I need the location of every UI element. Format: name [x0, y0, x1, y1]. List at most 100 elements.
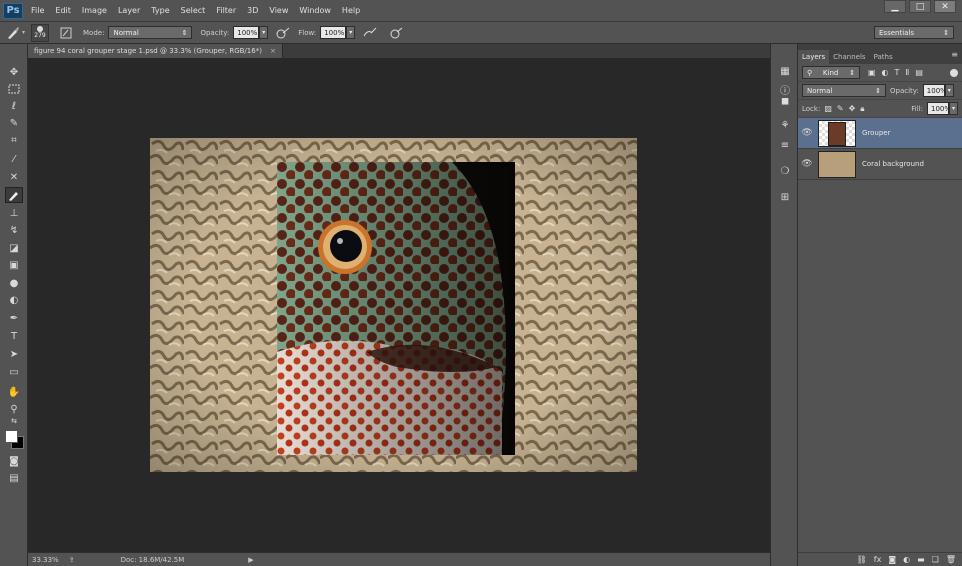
adjustments-panel-icon[interactable]: ≡ [777, 138, 793, 152]
adjustment-layer-icon[interactable]: ◐ [903, 555, 910, 564]
eraser-tool-icon[interactable]: ◪ [5, 240, 23, 256]
menu-type[interactable]: Type [151, 6, 169, 15]
zoom-tool-icon[interactable]: ⚲ [5, 401, 23, 417]
layer-mask-icon[interactable]: ◙ [888, 555, 896, 564]
healing-brush-tool-icon[interactable]: ✕ [5, 169, 23, 185]
updown-icon: ⇕ [943, 28, 949, 37]
menu-filter[interactable]: Filter [216, 6, 236, 15]
layers-list-empty-area[interactable] [798, 226, 962, 552]
menu-select[interactable]: Select [181, 6, 206, 15]
styles-panel-icon[interactable]: ❍ [777, 164, 793, 178]
hand-tool-icon[interactable]: ✋ [5, 384, 23, 400]
lasso-tool-icon[interactable]: ℓ [5, 98, 23, 114]
delete-layer-icon[interactable]: 🗑︎ [946, 555, 956, 564]
default-colors-icon[interactable]: ⇆ [5, 416, 23, 426]
workspace-dropdown[interactable]: Essentials ⇕ [874, 26, 954, 39]
crop-tool-icon[interactable]: ⌗ [5, 132, 23, 148]
panel-dock-strip: ▦ ⓘ ◼ ⚘ ≡ ❍ ⊞ [770, 44, 798, 566]
menu-image[interactable]: Image [82, 6, 107, 15]
color-panel-icon[interactable]: ◼ [777, 94, 793, 108]
status-menu-arrow-icon[interactable]: ▶ [248, 556, 253, 564]
dodge-tool-icon[interactable]: ◐ [5, 292, 23, 308]
brush-size-picker[interactable]: 279 [31, 23, 50, 42]
mode-dropdown[interactable]: Normal ⇕ [108, 26, 193, 39]
fill-field[interactable]: 100% [927, 102, 951, 115]
maximize-button[interactable]: □ [909, 0, 931, 13]
opacity-slider-toggle[interactable]: ▾ [259, 26, 269, 39]
canvas-area[interactable] [28, 58, 770, 552]
clone-stamp-tool-icon[interactable]: ⊥ [5, 205, 23, 221]
history-brush-tool-icon[interactable]: ↯ [5, 222, 23, 238]
share-icon[interactable]: ⇪ [69, 556, 75, 564]
link-layers-icon[interactable]: ⛓ [857, 555, 867, 564]
fill-toggle[interactable]: ▾ [949, 102, 958, 115]
pressure-opacity-icon[interactable] [274, 25, 292, 41]
filter-type-icons[interactable]: ▣◐TⅡ▤ [868, 68, 929, 77]
panel-menu-icon[interactable]: ≡ [951, 50, 958, 59]
menu-3d[interactable]: 3D [247, 6, 258, 15]
lock-icons[interactable]: ▨✎✥🔒︎ [824, 104, 869, 114]
tab-layers[interactable]: Layers [798, 50, 830, 64]
filter-toggle-icon[interactable] [950, 68, 958, 77]
workspace-value: Essentials [879, 28, 915, 37]
menu-help[interactable]: Help [342, 6, 360, 15]
properties-panel-icon[interactable]: ⊞ [777, 190, 793, 204]
filter-kind-dropdown[interactable]: ⚲ Kind ⇕ [802, 66, 860, 79]
brush-tool-icon[interactable] [5, 187, 23, 203]
close-window-button[interactable]: ✕ [934, 0, 956, 13]
layer-row-coral-background[interactable]: 👁︎ Coral background [798, 149, 962, 180]
rectangle-tool-icon[interactable]: ▭ [5, 364, 23, 380]
layers-footer: ⛓ fx ◙ ◐ ▬ ❏ 🗑︎ [798, 552, 962, 566]
menu-window[interactable]: Window [299, 6, 331, 15]
opacity-field[interactable]: 100% [233, 26, 260, 39]
screen-mode-icon[interactable]: ▤ [5, 470, 23, 486]
quick-select-tool-icon[interactable]: ✎ [5, 115, 23, 131]
layer-name[interactable]: Grouper [862, 129, 891, 137]
document-tab[interactable]: figure 94 coral grouper stage 1.psd @ 33… [28, 44, 283, 58]
brush-panel-icon[interactable]: ⚘ [777, 118, 793, 132]
zoom-level[interactable]: 33.33% [32, 556, 59, 564]
panel-tab-bar: Layers Channels Paths ≡ [798, 44, 962, 64]
path-selection-tool-icon[interactable]: ➤ [5, 346, 23, 362]
tab-paths[interactable]: Paths [870, 50, 897, 64]
layer-name[interactable]: Coral background [862, 160, 924, 168]
history-panel-icon[interactable]: ▦ [777, 64, 793, 78]
blend-mode-dropdown[interactable]: Normal ⇕ [802, 84, 886, 97]
lock-fill-row: Lock: ▨✎✥🔒︎ Fill: 100% ▾ [798, 100, 962, 118]
opacity-label: Opacity: [200, 28, 230, 37]
document-image[interactable] [150, 138, 637, 472]
brush-tool-preset-icon[interactable] [4, 25, 22, 41]
menu-file[interactable]: File [31, 6, 44, 15]
quick-mask-icon[interactable]: ◙ [5, 453, 23, 469]
airbrush-icon[interactable] [361, 25, 379, 41]
new-layer-icon[interactable]: ❏ [932, 555, 939, 564]
pen-tool-icon[interactable]: ✒ [5, 310, 23, 326]
close-tab-icon[interactable]: × [270, 47, 276, 55]
flow-slider-toggle[interactable]: ▾ [346, 26, 356, 39]
brush-panel-toggle-icon[interactable] [57, 25, 75, 41]
menu-edit[interactable]: Edit [55, 6, 71, 15]
type-tool-icon[interactable]: T [5, 328, 23, 344]
eyedropper-tool-icon[interactable]: ⁄ [5, 151, 23, 167]
eye-icon[interactable]: 👁︎ [798, 159, 816, 169]
filter-kind-value: Kind [822, 68, 839, 77]
new-group-icon[interactable]: ▬ [917, 555, 925, 564]
flow-label: Flow: [298, 28, 317, 37]
menu-layer[interactable]: Layer [118, 6, 140, 15]
layer-style-icon[interactable]: fx [874, 555, 882, 564]
blur-tool-icon[interactable]: ● [5, 275, 23, 291]
gradient-tool-icon[interactable]: ▣ [5, 257, 23, 273]
foreground-color-swatch[interactable] [5, 430, 18, 443]
marquee-tool-icon[interactable] [5, 81, 23, 97]
layer-opacity-toggle[interactable]: ▾ [944, 84, 954, 97]
layer-opacity-field[interactable]: 100% [922, 84, 947, 97]
tab-channels[interactable]: Channels [829, 50, 869, 64]
eye-icon[interactable]: 👁︎ [798, 128, 816, 138]
minimize-button[interactable]: ▁ [884, 0, 906, 13]
menu-view[interactable]: View [269, 6, 288, 15]
move-tool-icon[interactable]: ✥ [5, 64, 23, 80]
pressure-size-icon[interactable] [387, 25, 405, 41]
layer-row-grouper[interactable]: 👁︎ Grouper [798, 118, 962, 149]
flow-field[interactable]: 100% [320, 26, 347, 39]
chevron-down-icon[interactable]: ▾ [22, 29, 25, 36]
